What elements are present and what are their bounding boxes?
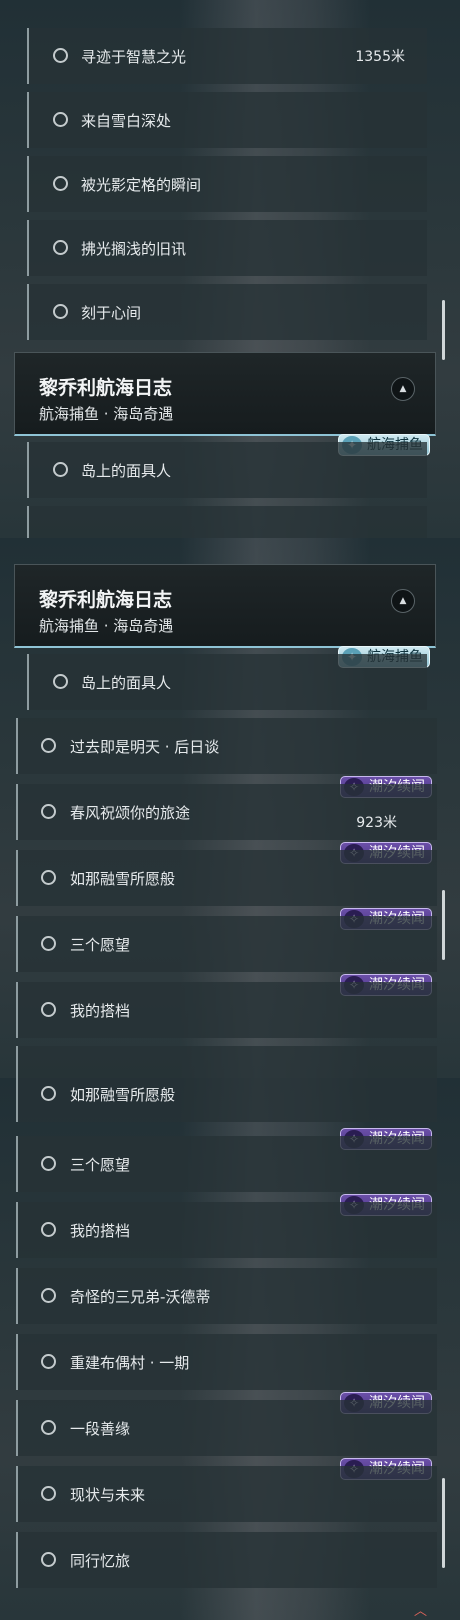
- quest-list-panel-2: 黎乔利航海日志 航海捕鱼 · 海岛奇遇 ▲ ✦ 航海捕鱼 岛上的面具人 过去即是…: [0, 538, 460, 1078]
- quest-label: 一段善缘: [70, 1420, 131, 1438]
- chevron-up-icon[interactable]: ︿: [414, 1600, 427, 1619]
- quest-row[interactable]: 岛上的面具人: [27, 442, 427, 498]
- group-title: 黎乔利航海日志: [39, 377, 173, 399]
- circle-outline-icon: [53, 176, 68, 191]
- quest-label: 同行忆旅: [70, 1552, 131, 1570]
- quest-list-panel-3: 如那融雪所愿般 ✧ 潮汐续闻 三个愿望 ✧ 潮汐续闻 我的搭档 奇怪的三兄弟-沃…: [0, 1078, 460, 1620]
- group-subtitle: 航海捕鱼 · 海岛奇遇: [39, 617, 174, 635]
- quest-label: 春风祝颂你的旅途: [70, 804, 191, 822]
- quest-label: 现状与未来: [70, 1486, 146, 1504]
- circle-outline-icon: [41, 1086, 56, 1101]
- scrollbar-thumb[interactable]: [442, 300, 445, 360]
- circle-outline-icon: [41, 738, 56, 753]
- quest-row[interactable]: 我的搭档: [16, 982, 437, 1038]
- quest-label: 三个愿望: [70, 1156, 131, 1174]
- quest-row[interactable]: 如那融雪所愿般: [16, 850, 437, 906]
- circle-outline-icon: [41, 1552, 56, 1567]
- quest-row[interactable]: 同行忆旅: [16, 1532, 437, 1588]
- circle-outline-icon: [53, 304, 68, 319]
- quest-row[interactable]: 岛上的面具人: [27, 654, 427, 710]
- circle-outline-icon: [41, 936, 56, 951]
- quest-label: 奇怪的三兄弟-沃德蒂: [70, 1288, 211, 1306]
- quest-list-panel-1: 寻迹于智慧之光 1355米 来自雪白深处 被光影定格的瞬间 拂光搁浅的旧讯 刻于…: [0, 0, 460, 538]
- quest-label: 如那融雪所愿般: [70, 870, 176, 888]
- triangle-up-icon[interactable]: ▲: [391, 377, 415, 401]
- circle-outline-icon: [53, 48, 68, 63]
- quest-row[interactable]: 来自雪白深处: [27, 92, 427, 148]
- quest-label: 岛上的面具人: [81, 674, 172, 692]
- quest-label: 三个愿望: [70, 936, 131, 954]
- quest-row[interactable]: 我的搭档: [16, 1202, 437, 1258]
- quest-row[interactable]: 过去即是明天 · 后日谈: [16, 718, 437, 774]
- circle-outline-icon: [53, 240, 68, 255]
- scrollbar-thumb[interactable]: [442, 1478, 445, 1568]
- quest-label: 拂光搁浅的旧讯: [81, 240, 187, 258]
- quest-row[interactable]: 一段善缘: [16, 1400, 437, 1456]
- quest-row[interactable]: 春风祝颂你的旅途 923米: [16, 784, 437, 840]
- circle-outline-icon: [41, 1156, 56, 1171]
- quest-row[interactable]: 刻于心间: [27, 284, 427, 340]
- circle-outline-icon: [41, 870, 56, 885]
- quest-row-partial[interactable]: [16, 1046, 437, 1078]
- quest-label: 来自雪白深处: [81, 112, 172, 130]
- quest-row[interactable]: 重建布偶村 · 一期: [16, 1334, 437, 1390]
- quest-distance: 923米: [356, 815, 397, 831]
- quest-row[interactable]: 寻迹于智慧之光 1355米: [27, 28, 427, 84]
- circle-outline-icon: [41, 1002, 56, 1017]
- scrollbar-thumb[interactable]: [442, 890, 445, 960]
- quest-row[interactable]: 如那融雪所愿般: [16, 1078, 437, 1122]
- quest-group-header[interactable]: 黎乔利航海日志 航海捕鱼 · 海岛奇遇 ▲: [14, 352, 436, 436]
- group-subtitle: 航海捕鱼 · 海岛奇遇: [39, 405, 174, 423]
- triangle-up-icon[interactable]: ▲: [391, 589, 415, 613]
- quest-row[interactable]: 拂光搁浅的旧讯: [27, 220, 427, 276]
- quest-group-header[interactable]: 黎乔利航海日志 航海捕鱼 · 海岛奇遇 ▲: [14, 564, 436, 648]
- circle-outline-icon: [41, 1354, 56, 1369]
- quest-row-partial[interactable]: [27, 506, 427, 538]
- quest-row[interactable]: 三个愿望: [16, 916, 437, 972]
- circle-outline-icon: [41, 1222, 56, 1237]
- circle-outline-icon: [53, 674, 68, 689]
- quest-label: 刻于心间: [81, 304, 142, 322]
- quest-label: 岛上的面具人: [81, 462, 172, 480]
- circle-outline-icon: [53, 462, 68, 477]
- quest-row[interactable]: 奇怪的三兄弟-沃德蒂: [16, 1268, 437, 1324]
- quest-label: 过去即是明天 · 后日谈: [70, 738, 220, 756]
- quest-label: 被光影定格的瞬间: [81, 176, 202, 194]
- quest-label: 如那融雪所愿般: [70, 1086, 176, 1104]
- circle-outline-icon: [41, 1288, 56, 1303]
- quest-row[interactable]: 三个愿望: [16, 1136, 437, 1192]
- quest-distance: 1355米: [355, 49, 405, 65]
- quest-label: 重建布偶村 · 一期: [70, 1354, 190, 1372]
- quest-label: 我的搭档: [70, 1002, 131, 1020]
- group-title: 黎乔利航海日志: [39, 589, 173, 611]
- circle-outline-icon: [41, 1420, 56, 1435]
- circle-outline-icon: [41, 1486, 56, 1501]
- circle-outline-icon: [53, 112, 68, 127]
- quest-row[interactable]: 现状与未来: [16, 1466, 437, 1522]
- quest-label: 我的搭档: [70, 1222, 131, 1240]
- quest-row[interactable]: 被光影定格的瞬间: [27, 156, 427, 212]
- quest-label: 寻迹于智慧之光: [81, 48, 187, 66]
- circle-outline-icon: [41, 804, 56, 819]
